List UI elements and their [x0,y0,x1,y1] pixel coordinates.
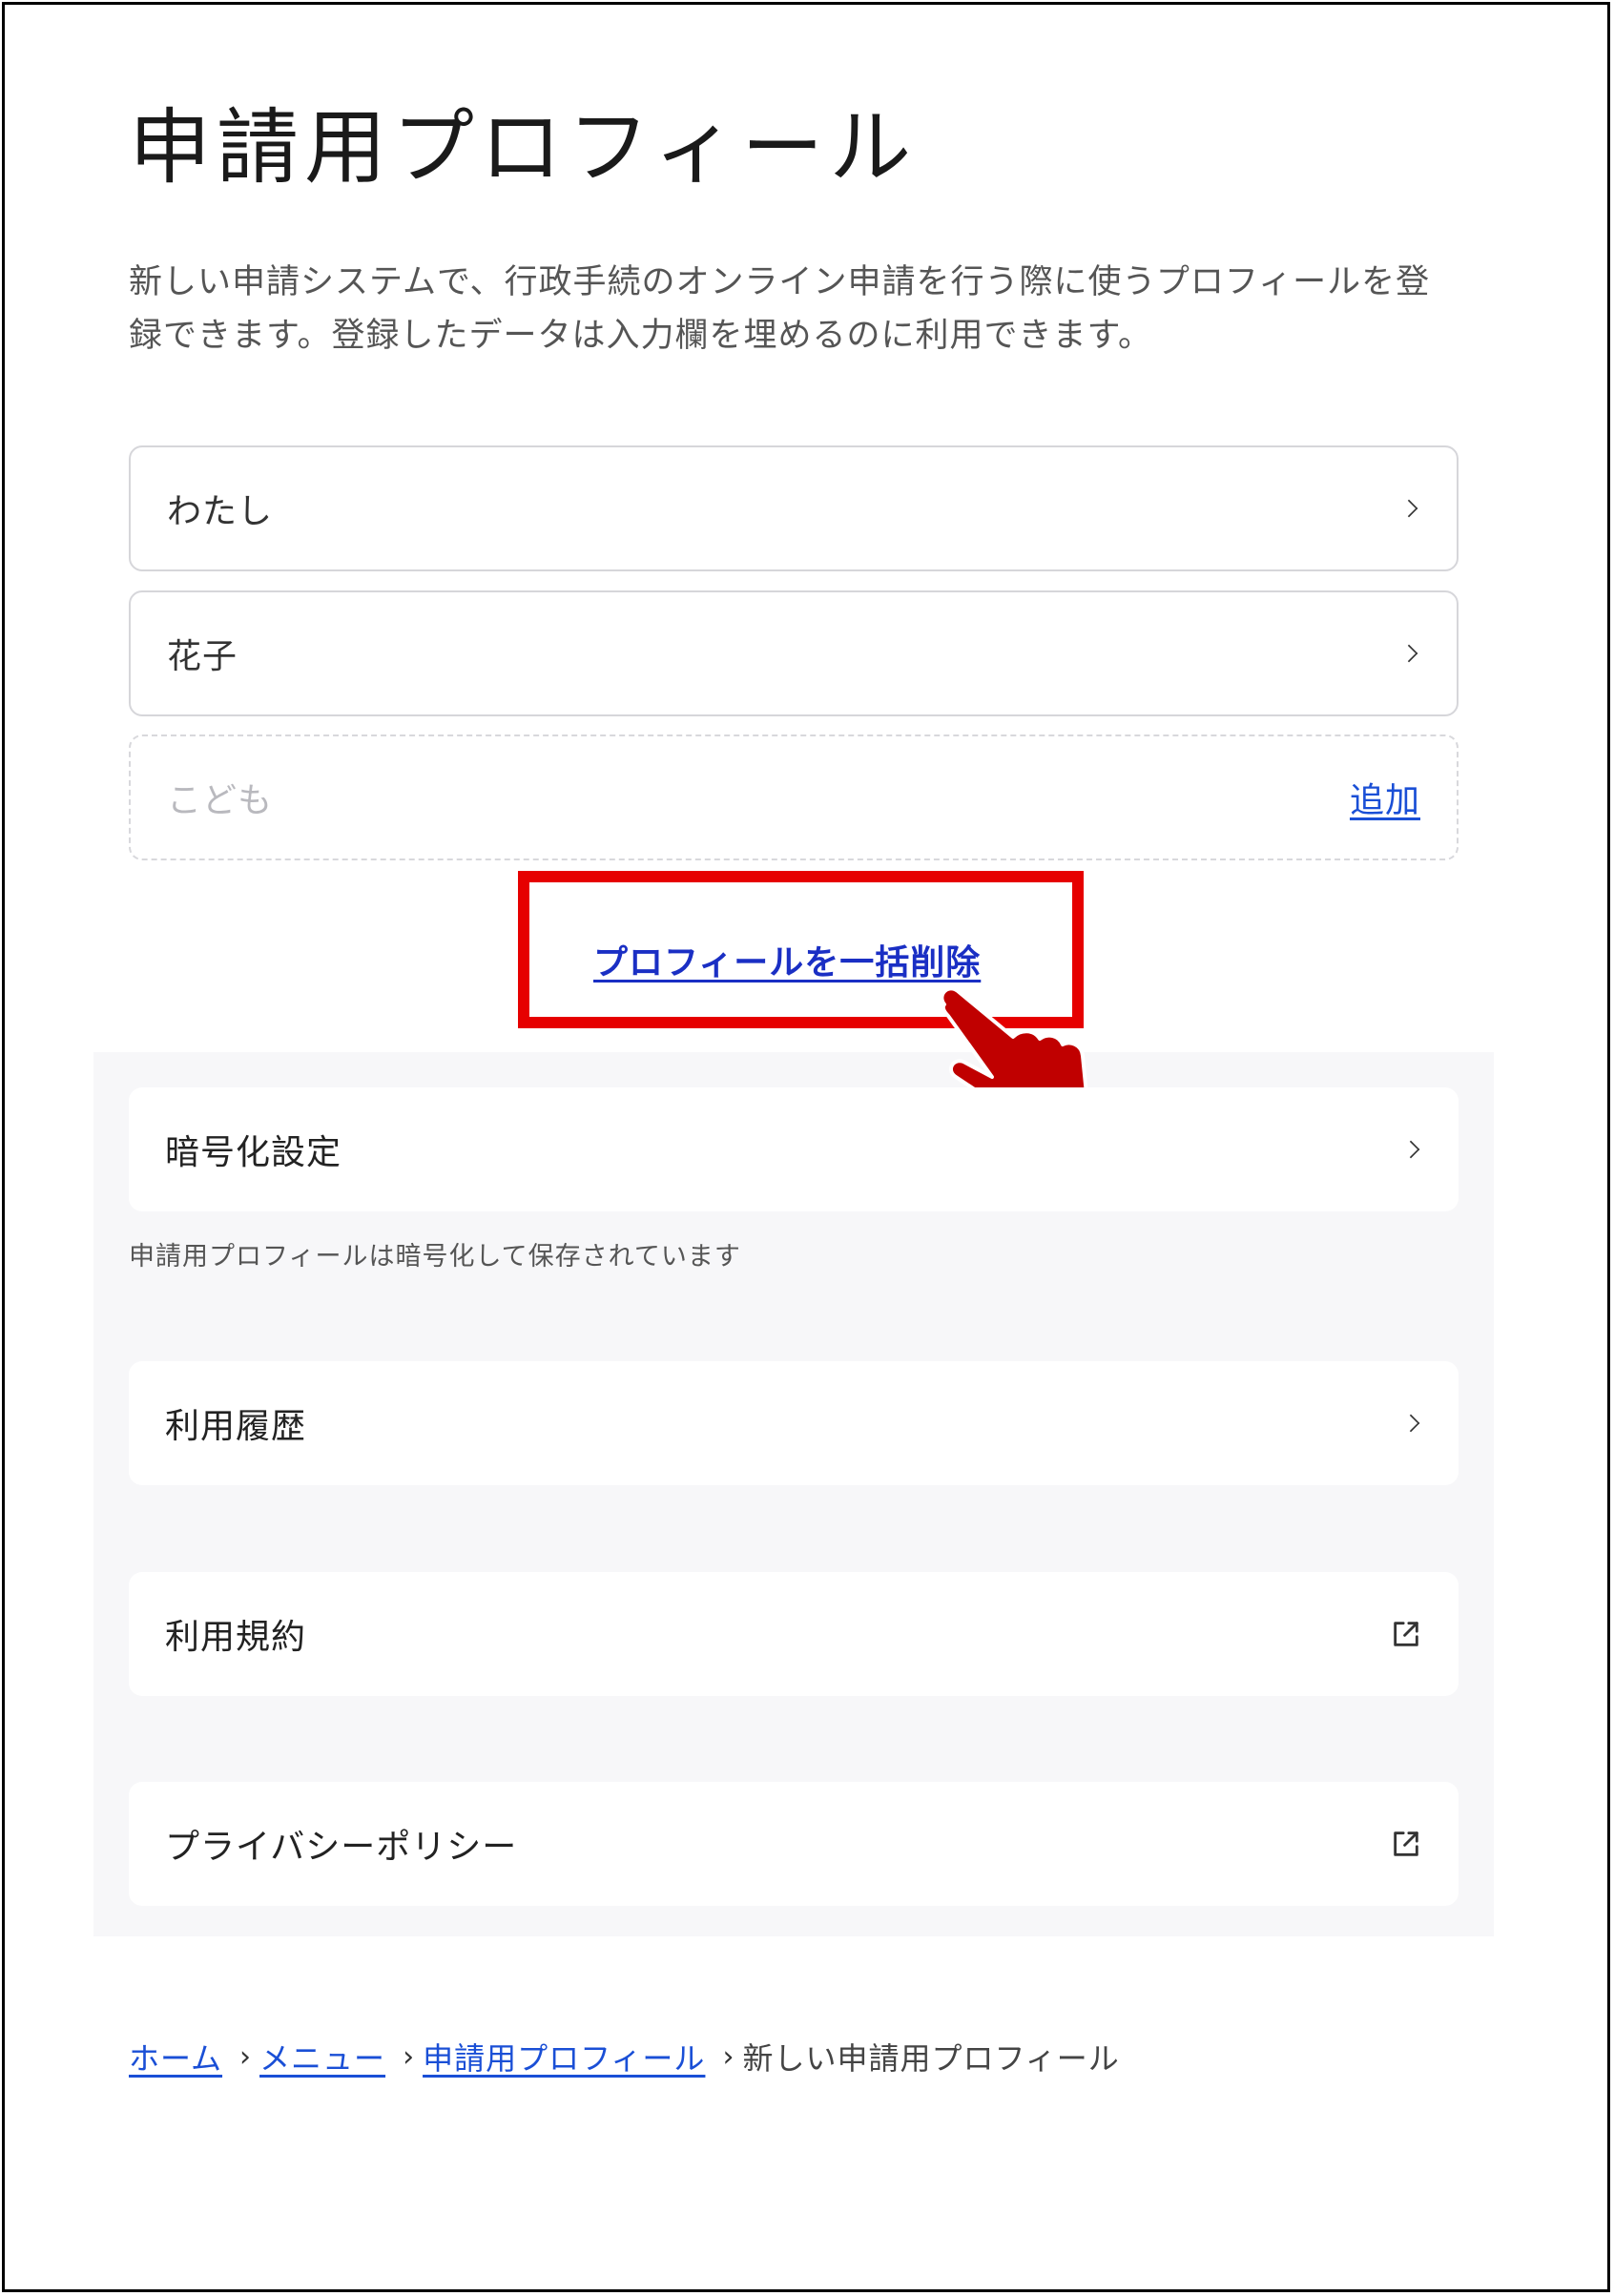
privacy-policy-label: プライバシーポリシー [165,1828,518,1867]
external-link-icon [1394,1831,1418,1856]
privacy-policy-item[interactable]: プライバシーポリシー [129,1782,1459,1906]
terms-of-use-item[interactable]: 利用規約 [129,1572,1459,1696]
chevron-right-icon [1399,644,1418,663]
breadcrumb-separator-icon: › [239,2039,253,2074]
encryption-note: 申請用プロフィールは暗号化して保存されています [129,1242,741,1272]
profile-item-label: 花子 [167,637,238,676]
usage-history-label: 利用履歴 [165,1407,307,1446]
chevron-right-icon [1399,499,1418,518]
page-title: 申請用プロフィール [129,100,918,196]
bulk-delete-link[interactable]: プロフィールを一括削除 [593,935,981,984]
encryption-settings-label: 暗号化設定 [165,1133,342,1172]
profile-item-hanako[interactable]: 花子 [129,590,1459,716]
breadcrumb-separator-icon: › [722,2039,735,2074]
add-profile-placeholder: こども [167,781,274,820]
breadcrumb-separator-icon: › [403,2039,416,2074]
profile-item-label: わたし [167,492,274,531]
breadcrumb-profile-link[interactable]: 申請用プロフィール [423,2035,705,2079]
add-profile-link[interactable]: 追加 [1350,773,1420,822]
page-description: 新しい申請システムで、行政手続のオンライン申請を行う際に使うプロフィールを登録で… [129,263,1431,355]
breadcrumb-home-link[interactable]: ホーム [129,2035,222,2079]
terms-of-use-label: 利用規約 [165,1618,307,1657]
chevron-right-icon [1401,1140,1420,1159]
chevron-right-icon [1401,1414,1420,1433]
breadcrumb-current: 新しい申請用プロフィール [742,2040,1120,2077]
breadcrumb-menu-link[interactable]: メニュー [259,2035,385,2079]
external-link-icon [1394,1622,1418,1646]
encryption-settings-item[interactable]: 暗号化設定 [129,1087,1459,1211]
profile-item-watashi[interactable]: わたし [129,445,1459,571]
add-profile-slot: こども 追加 [129,734,1459,860]
usage-history-item[interactable]: 利用履歴 [129,1361,1459,1485]
breadcrumb: ホーム › メニュー › 申請用プロフィール › 新しい申請用プロフィール [129,2035,1120,2079]
